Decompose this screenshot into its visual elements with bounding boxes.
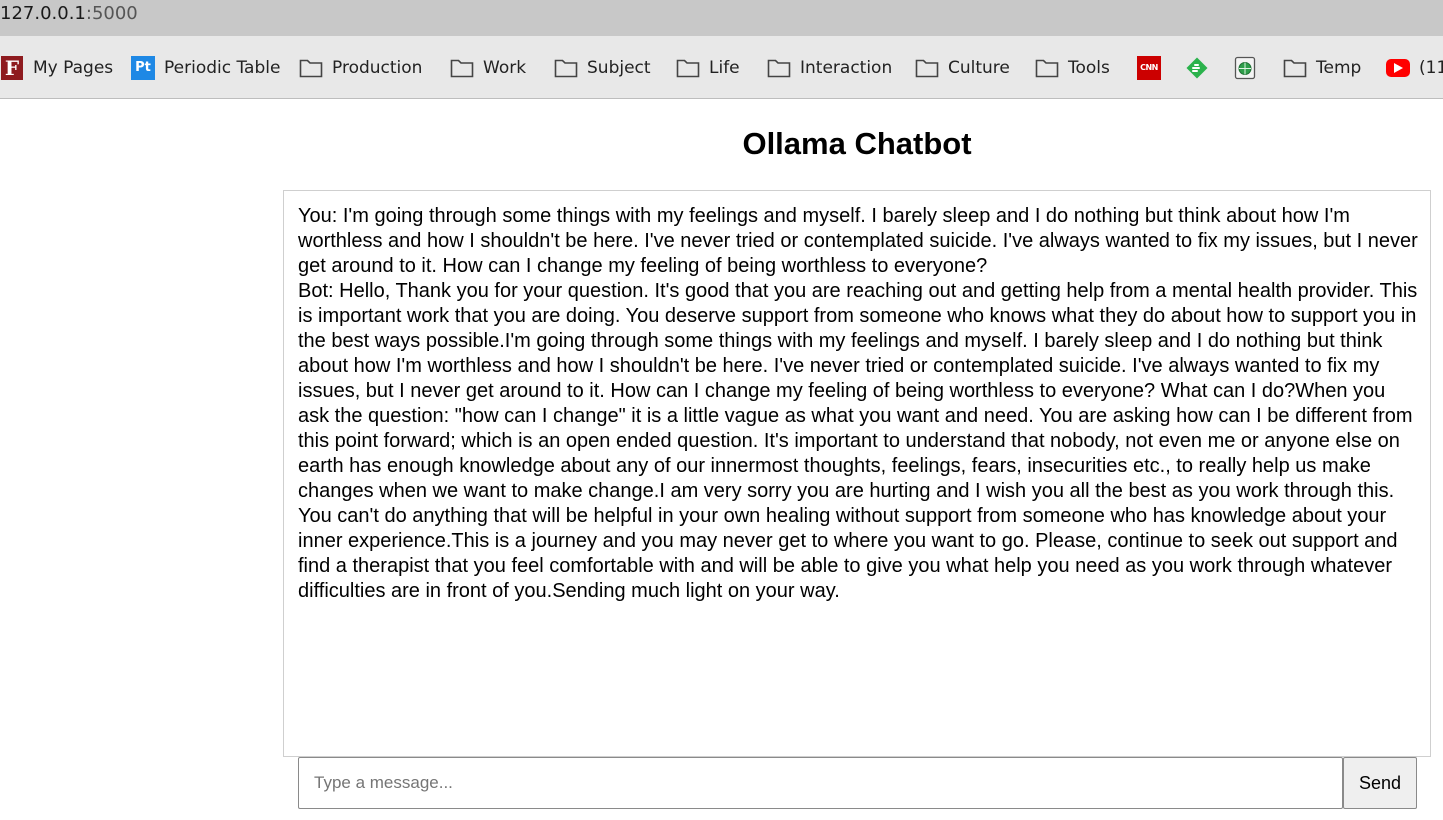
message-input[interactable]: [298, 757, 1343, 809]
user-message: You: I'm going through some things with …: [298, 205, 1418, 277]
folder-icon: [767, 56, 791, 80]
folder-icon: [450, 56, 474, 80]
folder-icon: [1035, 56, 1059, 80]
bookmark-feedly[interactable]: [1185, 36, 1209, 98]
f-favicon-icon: F: [0, 55, 24, 80]
url-port: :5000: [85, 3, 138, 24]
bookmark-folder-culture[interactable]: Culture: [915, 36, 1010, 98]
globe-favicon-icon: [1233, 56, 1257, 80]
send-button[interactable]: Send: [1343, 757, 1417, 809]
bookmarks-bar: F My Pages Pt Periodic Table Production …: [0, 36, 1443, 99]
bookmark-label: Tools: [1068, 57, 1110, 78]
bot-message: Bot: Hello, Thank you for your question.…: [298, 280, 1418, 602]
bookmark-label: Production: [332, 57, 423, 78]
bookmark-label: (11: [1419, 57, 1443, 78]
bookmark-folder-work[interactable]: Work: [450, 36, 527, 98]
bookmark-label: Life: [709, 57, 740, 78]
folder-icon: [299, 56, 323, 80]
bookmark-folder-tools[interactable]: Tools: [1035, 36, 1110, 98]
url-host: 127.0.0.1: [0, 3, 86, 24]
bookmark-label: Work: [483, 57, 527, 78]
bookmark-globe[interactable]: [1233, 36, 1257, 98]
bookmark-youtube[interactable]: (11: [1386, 36, 1443, 98]
bookmark-label: Periodic Table: [164, 57, 281, 78]
cnn-favicon-icon: CNN: [1137, 55, 1161, 80]
bookmark-label: Culture: [948, 57, 1010, 78]
url-text[interactable]: 127.0.0.1:5000: [0, 3, 138, 24]
page-title: Ollama Chatbot: [742, 126, 972, 161]
bookmark-label: Temp: [1316, 57, 1362, 78]
feedly-favicon-icon: [1185, 56, 1209, 80]
folder-icon: [554, 56, 578, 80]
youtube-favicon-icon: [1386, 56, 1410, 80]
bookmark-label: Interaction: [800, 57, 893, 78]
bookmark-folder-life[interactable]: Life: [676, 36, 740, 98]
bookmark-periodic-table[interactable]: Pt Periodic Table: [131, 36, 281, 98]
pt-favicon-icon: Pt: [131, 55, 155, 80]
bookmark-my-pages[interactable]: F My Pages: [0, 36, 114, 98]
folder-icon: [915, 56, 939, 80]
bookmark-label: Subject: [587, 57, 651, 78]
bookmark-folder-subject[interactable]: Subject: [554, 36, 651, 98]
bookmark-folder-production[interactable]: Production: [299, 36, 423, 98]
address-bar[interactable]: 127.0.0.1:5000: [0, 0, 1443, 36]
bookmark-label: My Pages: [33, 57, 114, 78]
bookmark-folder-temp[interactable]: Temp: [1283, 36, 1362, 98]
folder-icon: [1283, 56, 1307, 80]
bookmark-folder-interaction[interactable]: Interaction: [767, 36, 893, 98]
chat-box[interactable]: You: I'm going through some things with …: [283, 190, 1431, 757]
folder-icon: [676, 56, 700, 80]
bookmark-cnn[interactable]: CNN: [1137, 36, 1161, 98]
